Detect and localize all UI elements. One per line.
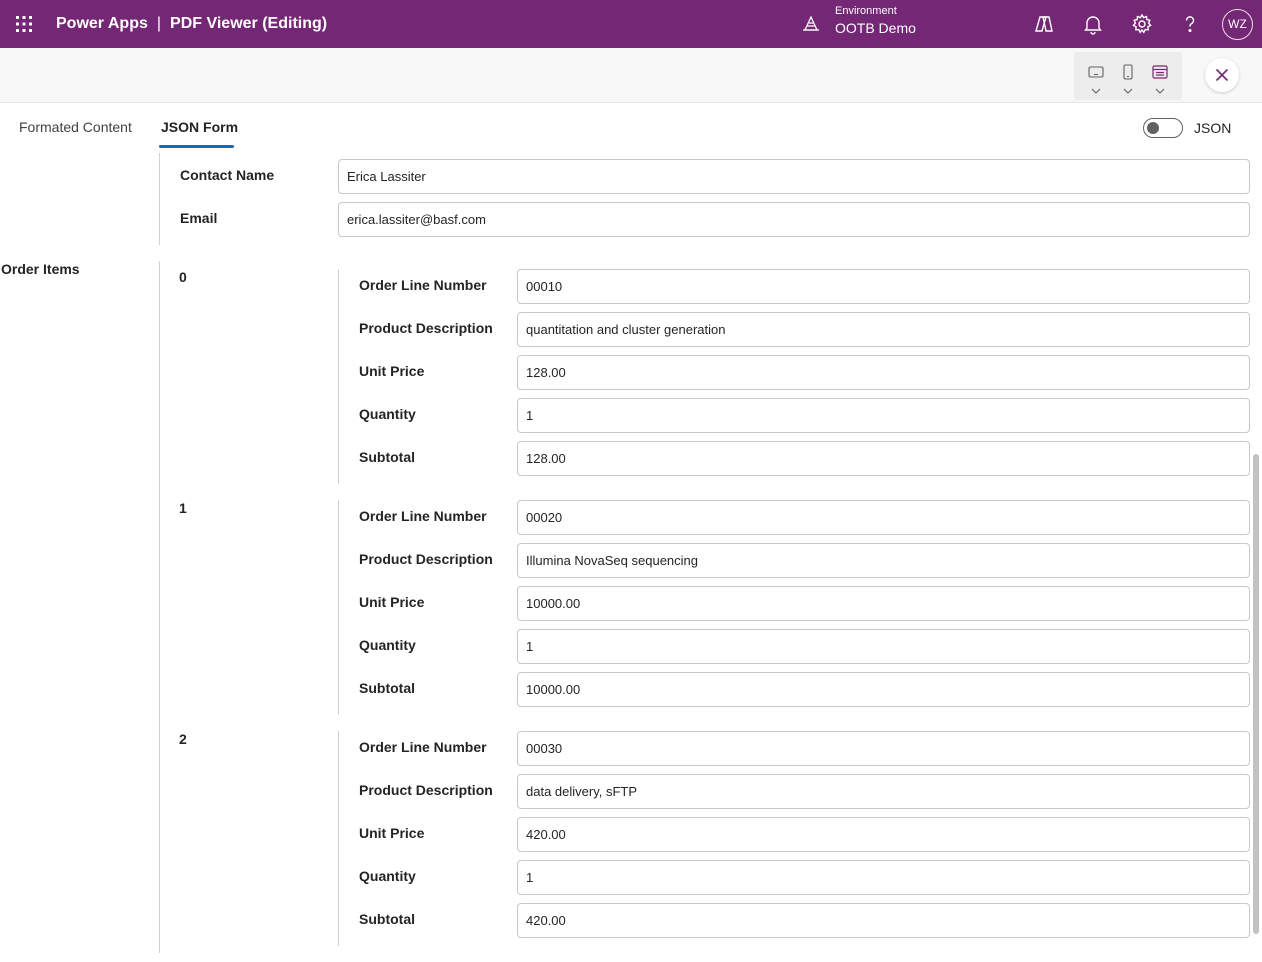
order-items-divider: [159, 261, 160, 953]
environment-label: Environment: [835, 5, 897, 17]
order-item-index: 1: [179, 500, 187, 516]
contact-name-field[interactable]: Erica Lassiter: [338, 159, 1250, 194]
top-bar: Power Apps | PDF Viewer (Editing) Environm…: [0, 0, 1262, 48]
order-item-subtotal-label: Subtotal: [359, 911, 415, 927]
order-item-desc-label: Product Description: [359, 782, 493, 798]
order-item-subtotal-label: Subtotal: [359, 680, 415, 696]
order-item-price-field[interactable]: 128.00: [517, 355, 1250, 390]
contact-name-label: Contact Name: [180, 167, 275, 183]
order-item-divider: [338, 269, 339, 484]
order-item-qty-field[interactable]: 1: [517, 398, 1250, 433]
email-label: Email: [180, 210, 218, 226]
environment-name[interactable]: OOTB Demo: [835, 20, 916, 36]
close-icon: [1215, 68, 1229, 82]
order-item-price-label: Unit Price: [359, 363, 425, 379]
order-items-label: Order Items: [1, 261, 80, 277]
order-item-price-label: Unit Price: [359, 825, 425, 841]
order-item-desc-field[interactable]: quantitation and cluster generation: [517, 312, 1250, 347]
web-preview-button[interactable]: [1144, 52, 1176, 100]
order-item-desc-label: Product Description: [359, 320, 493, 336]
gear-icon[interactable]: [1131, 13, 1153, 35]
command-bar: [0, 48, 1262, 103]
order-item-index: 0: [179, 269, 187, 285]
tab-formated-content[interactable]: Formated Content: [19, 119, 132, 135]
order-item-qty-label: Quantity: [359, 406, 416, 422]
app-name[interactable]: Power Apps: [56, 15, 148, 32]
user-avatar[interactable]: WZ: [1222, 9, 1253, 40]
tab-json-form[interactable]: JSON Form: [161, 119, 238, 135]
device-preview-group: [1074, 52, 1182, 100]
selected-tab-indicator: [159, 145, 234, 148]
order-item-line-label: Order Line Number: [359, 739, 487, 755]
order-item-subtotal-field[interactable]: 128.00: [517, 441, 1250, 476]
order-item-qty-label: Quantity: [359, 637, 416, 653]
order-item-desc-field[interactable]: data delivery, sFTP: [517, 774, 1250, 809]
order-item-desc-label: Product Description: [359, 551, 493, 567]
chevron-down-icon: [1091, 88, 1101, 94]
title-separator: |: [156, 15, 162, 32]
tablet-preview-button[interactable]: [1080, 52, 1112, 100]
order-item-price-field[interactable]: 10000.00: [517, 586, 1250, 621]
order-item-index: 2: [179, 731, 187, 747]
order-item-line-field[interactable]: 00020: [517, 500, 1250, 535]
environment-icon[interactable]: [801, 14, 821, 34]
scrollbar-thumb[interactable]: [1253, 454, 1259, 934]
order-item-qty-field[interactable]: 1: [517, 629, 1250, 664]
order-item-qty-field[interactable]: 1: [517, 860, 1250, 895]
phone-preview-button[interactable]: [1112, 52, 1144, 100]
order-item-desc-field[interactable]: Illumina NovaSeq sequencing: [517, 543, 1250, 578]
copilot-icon[interactable]: [1033, 13, 1055, 35]
chevron-down-icon: [1123, 88, 1133, 94]
order-item-divider: [338, 731, 339, 946]
order-item-line-label: Order Line Number: [359, 508, 487, 524]
contact-section-divider: [159, 153, 160, 245]
web-layout-icon: [1152, 65, 1168, 79]
toggle-knob: [1147, 122, 1159, 134]
order-item-divider: [338, 500, 339, 715]
order-item-price-field[interactable]: 420.00: [517, 817, 1250, 852]
chevron-down-icon: [1155, 88, 1165, 94]
app-launcher-icon[interactable]: [14, 14, 34, 34]
phone-icon: [1123, 64, 1133, 80]
app-title: Power Apps | PDF Viewer (Editing): [56, 15, 327, 33]
tablet-icon: [1088, 66, 1104, 78]
order-item-line-field[interactable]: 00010: [517, 269, 1250, 304]
order-item-subtotal-field[interactable]: 420.00: [517, 903, 1250, 938]
order-item-subtotal-label: Subtotal: [359, 449, 415, 465]
order-item-subtotal-field[interactable]: 10000.00: [517, 672, 1250, 707]
json-toggle[interactable]: [1143, 118, 1183, 138]
help-icon[interactable]: [1179, 13, 1201, 35]
json-toggle-label: JSON: [1194, 120, 1232, 136]
bell-icon[interactable]: [1082, 13, 1104, 35]
email-field[interactable]: erica.lassiter@basf.com: [338, 202, 1250, 237]
order-item-price-label: Unit Price: [359, 594, 425, 610]
order-item-line-field[interactable]: 00030: [517, 731, 1250, 766]
close-button[interactable]: [1205, 58, 1239, 92]
order-item-line-label: Order Line Number: [359, 277, 487, 293]
page-title: PDF Viewer (Editing): [170, 15, 328, 32]
order-item-qty-label: Quantity: [359, 868, 416, 884]
